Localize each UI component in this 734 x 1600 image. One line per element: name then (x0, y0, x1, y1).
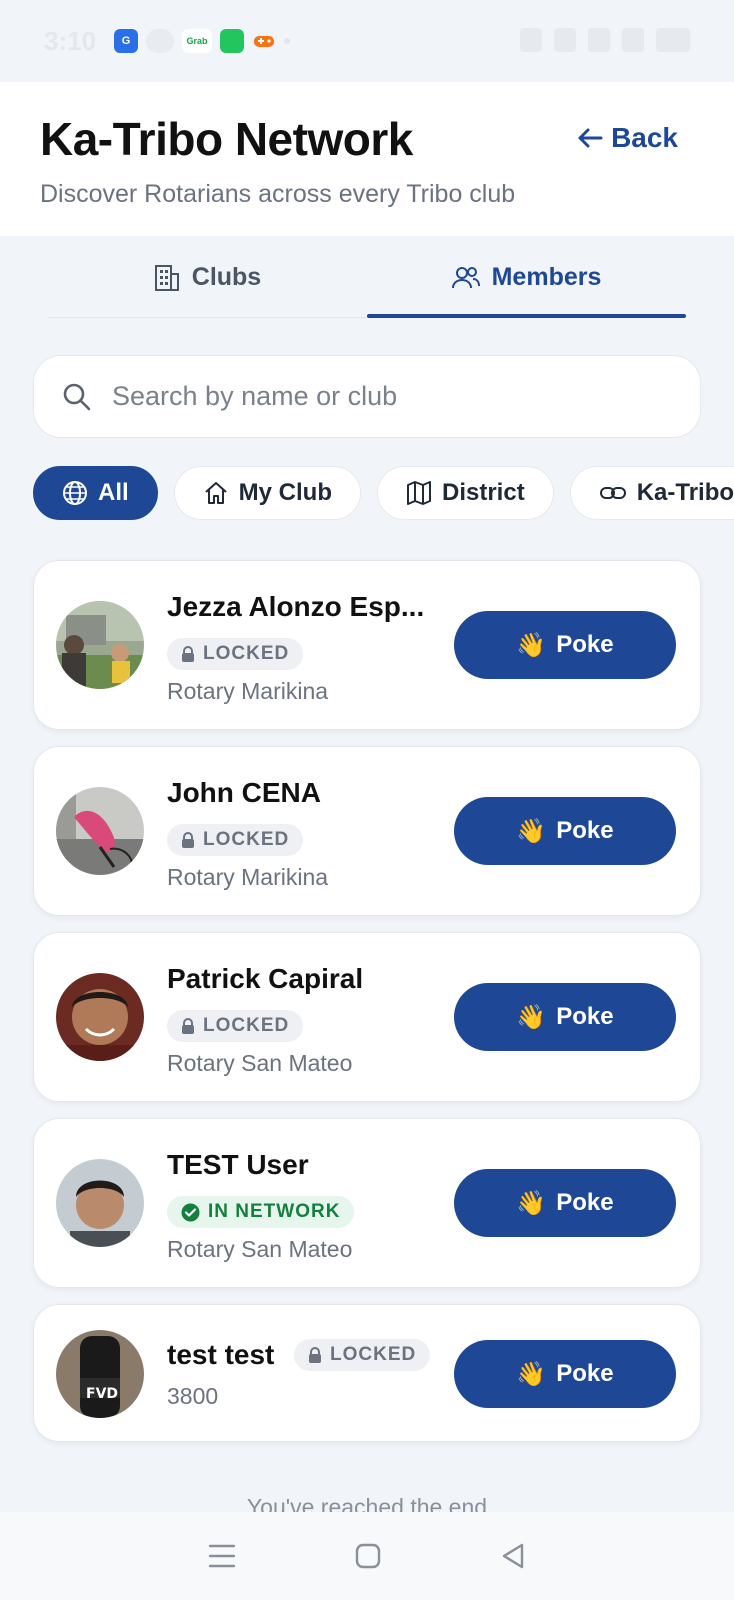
poke-button[interactable]: 👋 Poke (454, 1169, 676, 1237)
building-icon (154, 264, 179, 291)
tab-members-label: Members (491, 263, 602, 291)
status-time: 3:10 (44, 25, 97, 56)
filter-chip-my-club[interactable]: My Club (173, 466, 361, 520)
status-badge: IN NETWORK (167, 1196, 355, 1228)
member-club: Rotary Marikina (167, 678, 329, 704)
poke-button[interactable]: 👋 Poke (454, 1340, 676, 1408)
search-input[interactable] (112, 381, 612, 412)
member-name: John CENA (167, 777, 321, 808)
tab-clubs[interactable]: Clubs (48, 238, 367, 317)
page-header: Ka-Tribo Network Discover Rotarians acro… (0, 82, 734, 236)
battery-icon (656, 28, 690, 52)
status-app-icons: G Grab (114, 29, 291, 53)
member-name: TEST User (167, 1149, 309, 1180)
status-bar: 3:10 G Grab (0, 0, 734, 82)
arrow-left-icon (578, 128, 603, 148)
svg-text:FVD: FVD (86, 1386, 118, 1402)
status-badge-label: LOCKED (330, 1344, 417, 1365)
g-app-icon: G (114, 29, 139, 53)
home-icon (205, 482, 227, 504)
status-badge: LOCKED (167, 1010, 304, 1042)
wifi-icon (554, 28, 576, 52)
member-club: Rotary Marikina (167, 864, 329, 890)
status-badge-label: IN NETWORK (208, 1201, 341, 1222)
view-tabs: Clubs Members (48, 238, 686, 318)
filter-chip-my-club-label: My Club (238, 479, 332, 506)
avatar (56, 973, 144, 1061)
lock-icon (182, 831, 194, 848)
avatar (56, 1159, 144, 1247)
member-card[interactable]: FVD test test LOCKED 3800 👋 Poke (33, 1304, 701, 1442)
poke-label: Poke (556, 817, 614, 844)
status-badge: LOCKED (294, 1339, 431, 1371)
back-label: Back (611, 122, 678, 153)
status-badge-label: LOCKED (203, 1015, 290, 1036)
bluetooth-icon (520, 28, 542, 52)
pill-icon (146, 29, 175, 53)
globe-icon (63, 481, 87, 505)
member-card[interactable]: John CENA LOCKED Rotary Marikina 👋 Poke (33, 746, 701, 916)
system-nav-bar (0, 1512, 734, 1600)
link-icon (599, 487, 626, 499)
member-card[interactable]: Patrick Capiral LOCKED Rotary San Mateo … (33, 932, 701, 1102)
filter-chip-all[interactable]: All (33, 466, 158, 520)
map-icon (407, 481, 431, 505)
back-triangle-icon[interactable] (500, 1542, 526, 1570)
waving-hand-icon: 👋 (516, 1189, 547, 1217)
avatar (56, 787, 144, 875)
page-subtitle: Discover Rotarians across every Tribo cl… (40, 180, 516, 208)
green-app-icon (220, 29, 245, 53)
signal-icon (622, 28, 644, 52)
poke-label: Poke (556, 1189, 614, 1216)
waving-hand-icon: 👋 (516, 631, 547, 659)
poke-label: Poke (556, 1003, 614, 1030)
tab-members[interactable]: Members (367, 238, 686, 318)
filter-chip-ka-tribo-label: Ka-Tribo (636, 479, 734, 506)
back-button[interactable]: Back (577, 122, 678, 154)
member-name: Jezza Alonzo Esp... (167, 591, 425, 622)
avatar: FVD (56, 1330, 144, 1418)
waving-hand-icon: 👋 (516, 1360, 547, 1388)
grab-icon: Grab (182, 29, 213, 53)
filter-chip-all-label: All (98, 479, 129, 506)
avatar (56, 601, 144, 689)
poke-button[interactable]: 👋 Poke (454, 797, 676, 865)
waving-hand-icon: 👋 (516, 817, 547, 845)
lock-icon (309, 1346, 321, 1363)
lock-icon (182, 645, 194, 662)
status-badge: LOCKED (167, 824, 304, 856)
member-card[interactable]: TEST User IN NETWORK Rotary San Mateo 👋 … (33, 1118, 701, 1288)
member-name: test test (167, 1339, 275, 1370)
tab-clubs-label: Clubs (191, 263, 262, 291)
poke-button[interactable]: 👋 Poke (454, 611, 676, 679)
search-icon (63, 383, 91, 410)
call-icon (588, 28, 610, 52)
status-badge-label: LOCKED (203, 829, 290, 850)
filter-chip-ka-tribo[interactable]: Ka-Tribo (569, 466, 734, 520)
lock-icon (182, 1017, 194, 1034)
game-icon (252, 29, 276, 53)
dot-icon (284, 38, 291, 44)
home-square-icon[interactable] (354, 1542, 382, 1570)
menu-icon[interactable] (208, 1543, 236, 1569)
filter-chip-district[interactable]: District (377, 466, 554, 520)
filter-chips: All My Club District Ka-Tribo (33, 466, 734, 522)
poke-label: Poke (556, 1360, 614, 1387)
member-card[interactable]: Jezza Alonzo Esp... LOCKED Rotary Mariki… (33, 560, 701, 730)
member-club: 3800 (167, 1383, 219, 1409)
member-name: Patrick Capiral (167, 963, 364, 994)
people-icon (451, 266, 480, 288)
waving-hand-icon: 👋 (516, 1003, 547, 1031)
poke-label: Poke (556, 631, 614, 658)
member-club: Rotary San Mateo (167, 1236, 353, 1262)
check-circle-icon (181, 1203, 200, 1221)
search-box (33, 355, 701, 438)
status-badge-label: LOCKED (203, 643, 290, 664)
member-club: Rotary San Mateo (167, 1050, 353, 1076)
poke-button[interactable]: 👋 Poke (454, 983, 676, 1051)
filter-chip-district-label: District (442, 479, 525, 506)
status-system-icons (520, 28, 690, 52)
status-badge: LOCKED (167, 638, 304, 670)
